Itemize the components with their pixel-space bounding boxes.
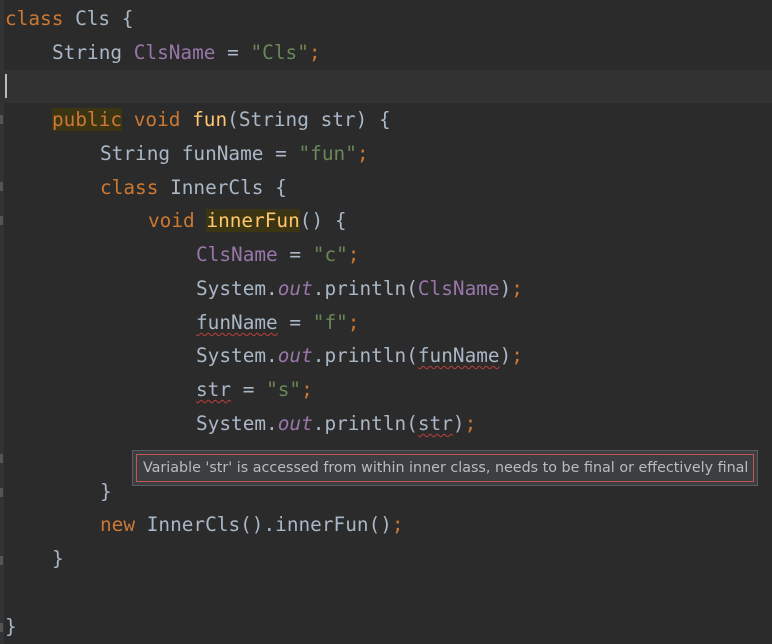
code-editor[interactable]: class Cls { String ClsName = "Cls"; publ…	[0, 0, 772, 644]
fold-marker-icon[interactable]	[0, 488, 3, 497]
class-name: InnerCls	[146, 513, 241, 536]
static-field: out	[277, 277, 313, 300]
string-literal: "f"	[312, 311, 348, 334]
code-line[interactable]: new InnerCls().innerFun();	[100, 508, 404, 542]
class-name: InnerCls	[170, 176, 264, 199]
string-literal: "Cls"	[250, 41, 309, 64]
field-name: ClsName	[417, 277, 500, 300]
brace: }	[100, 480, 112, 503]
field-name: ClsName	[133, 41, 216, 64]
string-literal: "s"	[266, 378, 302, 401]
string-literal: "c"	[312, 243, 348, 266]
code-line[interactable]: String ClsName = "Cls";	[52, 36, 321, 70]
text-caret	[5, 74, 7, 98]
method-call: println	[324, 344, 407, 367]
class-name: System	[196, 412, 267, 435]
type-name: String	[238, 108, 309, 131]
class-name: System	[196, 277, 267, 300]
error-tooltip: Variable 'str' is accessed from within i…	[132, 450, 758, 486]
keyword: void	[148, 209, 195, 232]
code-line[interactable]: funName = "f";	[196, 306, 359, 340]
code-line[interactable]: ClsName = "c";	[196, 238, 359, 272]
method-call: println	[324, 412, 407, 435]
parameter-name: str	[196, 378, 232, 401]
brace: {	[121, 7, 134, 30]
type-name: String	[100, 142, 171, 165]
brace: {	[378, 108, 391, 131]
method-call: innerFun	[275, 513, 369, 536]
method-name: innerFun	[206, 209, 300, 232]
fold-marker-icon[interactable]	[0, 216, 3, 225]
static-field: out	[277, 412, 313, 435]
code-line[interactable]: String funName = "fun";	[100, 137, 369, 171]
class-name: Cls	[75, 7, 111, 30]
code-line[interactable]: }	[52, 542, 64, 576]
code-line[interactable]: public void fun(String str) {	[52, 103, 391, 137]
static-field: out	[277, 344, 313, 367]
error-tooltip-message: Variable 'str' is accessed from within i…	[136, 454, 754, 482]
parameter-name: str	[417, 412, 453, 435]
class-name: System	[196, 344, 267, 367]
parameter-name: str	[320, 108, 356, 131]
brace: {	[275, 176, 287, 199]
code-line[interactable]: class InnerCls {	[100, 171, 287, 205]
string-literal: "fun"	[298, 142, 357, 165]
keyword: new	[100, 513, 136, 536]
code-line[interactable]: void innerFun() {	[148, 204, 347, 238]
code-line[interactable]: System.out.println(str);	[196, 407, 476, 441]
fold-marker-icon[interactable]	[0, 454, 3, 463]
code-line[interactable]: System.out.println(ClsName);	[196, 272, 523, 306]
keyword: public	[52, 108, 123, 131]
fold-marker-icon[interactable]	[0, 623, 3, 632]
fold-marker-icon[interactable]	[0, 115, 3, 124]
code-line[interactable]: }	[100, 475, 112, 509]
code-line[interactable]: class Cls {	[5, 2, 133, 36]
code-line[interactable]: System.out.println(funName);	[196, 339, 523, 373]
keyword: class	[100, 176, 159, 199]
variable-name: funName	[196, 311, 278, 334]
fold-marker-icon[interactable]	[0, 556, 3, 565]
field-name: ClsName	[196, 243, 278, 266]
method-call: println	[324, 277, 407, 300]
method-name: fun	[192, 108, 228, 131]
code-line[interactable]: }	[5, 610, 17, 644]
brace: }	[5, 615, 17, 638]
variable-name: funName	[181, 142, 264, 165]
keyword: class	[5, 7, 64, 30]
type-name: String	[52, 41, 123, 64]
fold-marker-icon[interactable]	[0, 182, 3, 191]
brace: {	[334, 209, 347, 232]
variable-name: funName	[417, 344, 500, 367]
code-line[interactable]: str = "s";	[196, 373, 313, 407]
keyword: void	[133, 108, 181, 131]
current-line-highlight	[0, 70, 772, 103]
brace: }	[52, 547, 64, 570]
